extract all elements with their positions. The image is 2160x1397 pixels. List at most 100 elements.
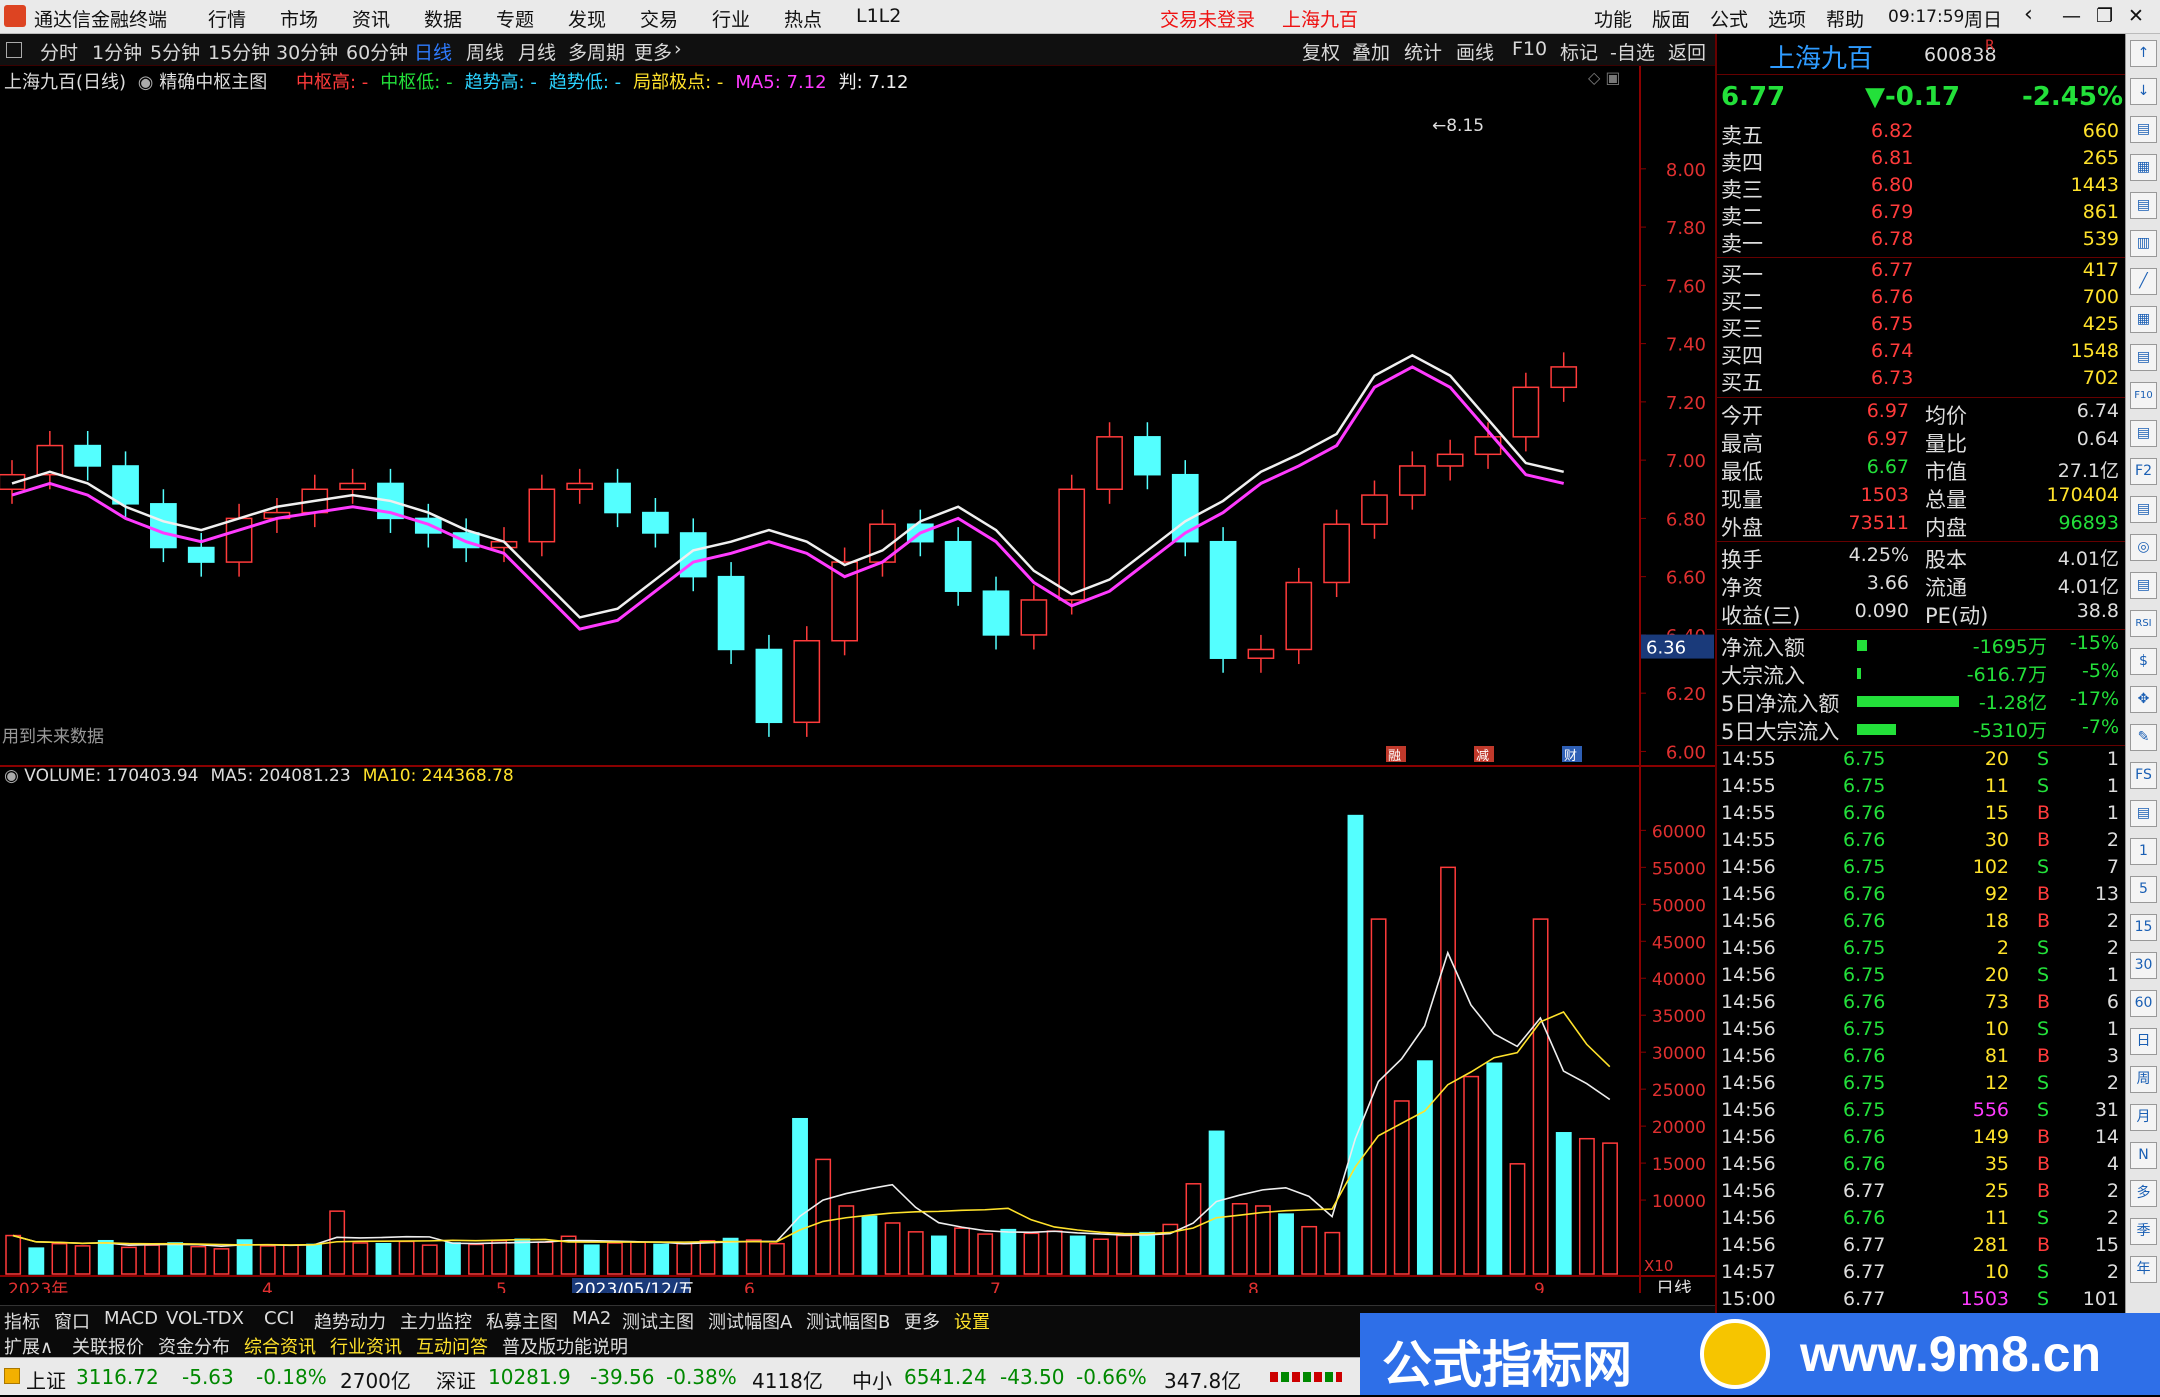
candle-body[interactable] [755,648,783,724]
volume-bar[interactable] [792,1117,808,1275]
candle-body[interactable] [944,540,972,592]
candle-body[interactable] [1436,453,1464,467]
candle-body[interactable] [225,517,253,563]
menu-shuju[interactable]: 数据 [424,5,462,32]
btn-f10[interactable]: F10 [1512,38,1547,60]
volume-bar[interactable] [768,1242,785,1275]
menu-gongneng[interactable]: 功能 [1594,5,1632,32]
side-tool-icon[interactable]: ▤ [2130,420,2157,447]
side-tool-icon[interactable]: ▤ [2130,496,2157,523]
candle-body[interactable] [112,465,139,505]
volume-bar[interactable] [630,1241,646,1275]
volume-bar[interactable] [444,1242,461,1275]
info-tab[interactable]: 资金分布 [158,1333,230,1359]
volume-bar[interactable] [537,1241,554,1275]
side-tool-icon[interactable]: $ [2130,648,2157,675]
volume-bar[interactable] [1324,1231,1341,1275]
zx-name[interactable]: 中小 [852,1365,892,1394]
volume-bar[interactable] [51,1242,68,1275]
period-multi[interactable]: 多周期 [568,38,625,65]
period-daily[interactable]: 日线 [414,38,452,65]
volume-bar[interactable] [676,1242,693,1275]
btn-tongji[interactable]: 统计 [1404,38,1442,65]
info-tab[interactable]: 行业资讯 [330,1333,402,1359]
volume-bar[interactable] [745,1239,762,1275]
period-30min[interactable]: 30分钟 [276,38,338,65]
volume-bar[interactable] [1046,1230,1063,1275]
candle-body[interactable] [1361,494,1388,525]
side-tool-icon[interactable]: ╱ [2130,268,2157,295]
volume-bar[interactable] [884,1222,901,1275]
candle-body[interactable] [566,482,594,491]
side-tool-icon[interactable]: 季 [2130,1218,2157,1245]
volume-bar[interactable] [1000,1228,1017,1275]
candle-body[interactable] [793,639,821,724]
candle-body[interactable] [717,575,745,651]
volume-bar[interactable] [1532,918,1549,1275]
side-tool-icon[interactable]: 15 [2130,914,2157,941]
volume-bar[interactable] [1555,1132,1572,1275]
volume-bar[interactable] [1578,1137,1595,1275]
btn-biaoji[interactable]: 标记 [1560,38,1598,65]
menu-xuanxiang[interactable]: 选项 [1768,5,1806,32]
side-tool-icon[interactable]: ▥ [2130,230,2157,257]
period-more[interactable]: 更多 [634,38,672,65]
candle-body[interactable] [528,488,556,543]
volume-bar[interactable] [1301,1225,1318,1275]
btn-diejia[interactable]: 叠加 [1352,38,1390,65]
volume-bar[interactable] [282,1244,299,1275]
volume-bar[interactable] [1069,1235,1086,1275]
btn-fuquan[interactable]: 复权 [1302,38,1340,65]
volume-bar[interactable] [259,1245,276,1275]
side-tool-icon[interactable]: RSI [2130,610,2157,637]
period-15min[interactable]: 15分钟 [208,38,270,65]
indicator-tab[interactable]: MACD [104,1308,158,1329]
side-tool-icon[interactable]: 60 [2130,990,2157,1017]
period-fenshi[interactable]: 分时 [40,38,78,65]
candle-body[interactable] [604,482,631,514]
indicator-tab[interactable]: VOL-TDX [166,1308,244,1329]
side-tool-icon[interactable]: 30 [2130,952,2157,979]
candle-body[interactable] [74,444,102,467]
volume-bar[interactable] [167,1242,184,1275]
indicator-name[interactable]: 精确中枢主图 [159,72,267,93]
volume-bar[interactable] [468,1243,484,1275]
candle-body[interactable] [1209,540,1237,659]
chart-svg[interactable]: 8.007.807.607.407.207.006.806.606.406.20… [0,66,1715,1293]
menu-l1l2[interactable]: L1L2 [856,5,901,27]
btn-huaxian[interactable]: 画线 [1456,38,1494,65]
volume-bar[interactable] [977,1233,994,1275]
volume-bar[interactable] [74,1245,91,1275]
info-tab[interactable]: 扩展∧ [4,1333,53,1359]
volume-bar[interactable] [144,1244,160,1275]
side-tool-icon[interactable]: F10 [2130,382,2157,409]
period-monthly[interactable]: 月线 [518,38,556,65]
volume-bar[interactable] [907,1231,924,1275]
x-axis-period[interactable]: 日线 [1656,1279,1692,1293]
menu-shichang[interactable]: 市场 [280,5,318,32]
volume-bar[interactable] [1254,1205,1271,1275]
volume-bar[interactable] [1139,1231,1156,1275]
menu-gongshi[interactable]: 公式 [1710,5,1748,32]
back-icon[interactable]: ‹ [2024,2,2033,27]
volume-bar[interactable] [699,1239,716,1275]
candle-body[interactable] [187,546,215,563]
close-icon[interactable]: ✕ [2128,5,2144,27]
chart-area[interactable]: 8.007.807.607.407.207.006.806.606.406.20… [0,66,1715,1293]
menu-zixun[interactable]: 资讯 [352,5,390,32]
volume-bar[interactable] [930,1235,947,1275]
volume-bar[interactable] [213,1248,230,1275]
candle-body[interactable] [982,590,1010,636]
side-tool-icon[interactable]: ▤ [2130,344,2157,371]
info-tab[interactable]: 普及版功能说明 [502,1333,628,1359]
menu-bangzhu[interactable]: 帮助 [1826,5,1864,32]
chevron-right-icon[interactable]: › [674,38,682,60]
side-tool-icon[interactable]: F2 [2130,458,2157,485]
volume-bar[interactable] [28,1247,45,1275]
volume-bar[interactable] [1278,1213,1294,1275]
volume-bar[interactable] [120,1246,137,1275]
volume-bar[interactable] [1023,1232,1040,1275]
indicator-tab[interactable]: MA2 [572,1308,611,1329]
side-tool-icon[interactable]: ▤ [2130,192,2157,219]
volume-bar[interactable] [722,1237,739,1275]
